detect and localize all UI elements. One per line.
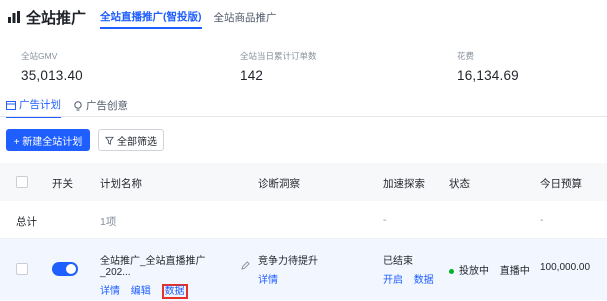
tab-label: 广告计划 (19, 99, 61, 111)
metric-label: 全站GMV (21, 51, 58, 61)
total-label: 总计 (16, 216, 37, 228)
sub-tabs: 广告计划 广告创意 (6, 97, 140, 118)
speed-data-link[interactable]: 数据 (414, 275, 434, 286)
tab-product-promotion[interactable]: 全站商品推广 (214, 7, 277, 28)
tab-live-promotion[interactable]: 全站直播推广(智投版) (100, 6, 202, 29)
divider (0, 116, 607, 117)
total-budget: - (540, 214, 544, 226)
metric-orders: 全站当日累计订单数 142 (240, 50, 317, 83)
speed-status: 已结束 (383, 256, 413, 267)
bulb-icon (74, 100, 82, 110)
header-status: 状态 (449, 178, 470, 190)
row-checkbox[interactable] (16, 263, 28, 275)
plan-actions: 详情 编辑 数据 (100, 282, 250, 299)
metric-label: 全站当日累计订单数 (240, 51, 317, 61)
metric-gmv: 全站GMV 35,013.40 (21, 50, 83, 83)
status-dot (449, 268, 454, 274)
table-header: 开关 计划名称 诊断洞察 加速探索 状态 今日预算 (0, 163, 607, 201)
metric-value: 142 (240, 68, 264, 83)
detail-link[interactable]: 详情 (100, 286, 120, 297)
new-plan-button[interactable]: + 新建全站计划 (6, 129, 90, 151)
header-speed: 加速探索 (383, 178, 425, 190)
metric-label: 花费 (457, 51, 475, 61)
total-speed: - (383, 214, 387, 226)
plans-table: 开关 计划名称 诊断洞察 加速探索 状态 今日预算 总计 1项 - - 全站推广… (0, 163, 607, 300)
edit-link[interactable]: 编辑 (131, 286, 151, 297)
tab-label: 广告创意 (86, 100, 128, 112)
status-cell: 投放中 直播中 (449, 262, 530, 277)
status-primary: 投放中 (459, 266, 489, 277)
data-link[interactable]: 数据 (161, 284, 188, 299)
tab-ad-plans[interactable]: 广告计划 (6, 97, 61, 118)
tab-ad-creatives[interactable]: 广告创意 (73, 98, 128, 117)
filter-icon (105, 136, 114, 145)
budget-value: 100,000.00 (540, 262, 591, 273)
plan-name: 全站推广_全站直播推广_202... (100, 256, 206, 278)
header-budget: 今日预算 (540, 178, 582, 190)
insight-detail-link[interactable]: 详情 (258, 271, 318, 286)
filter-label: 全部筛选 (117, 136, 157, 148)
metric-value: 35,013.40 (21, 68, 83, 83)
header-plan-name: 计划名称 (100, 178, 142, 190)
page-header: 全站推广 全站直播推广(智投版) 全站商品推广 (6, 6, 289, 29)
header-switch: 开关 (52, 178, 73, 190)
plan-toggle[interactable] (52, 262, 78, 276)
start-link[interactable]: 开启 (383, 275, 403, 286)
total-row: 总计 1项 - - (0, 201, 607, 239)
calendar-icon (6, 100, 16, 110)
status-secondary: 直播中 (499, 266, 530, 277)
table-row: 全站推广_全站直播推广_202... 详情 编辑 数据 竞争力待提升 详情 已结… (0, 239, 607, 300)
metric-value: 16,134.69 (457, 68, 519, 83)
insight-text: 竞争力待提升 (258, 256, 318, 267)
bar-chart-icon (8, 11, 20, 23)
select-all-checkbox[interactable] (16, 176, 28, 188)
speed-actions: 开启 数据 (383, 271, 442, 286)
metric-cost: 花费 16,134.69 (457, 50, 519, 83)
edit-icon[interactable] (241, 260, 250, 270)
speed-cell: 已结束 开启 数据 (383, 252, 442, 286)
header-insight: 诊断洞察 (258, 178, 300, 190)
filter-button[interactable]: 全部筛选 (98, 129, 164, 151)
total-count: 1项 (100, 216, 117, 228)
page-title: 全站推广 (26, 9, 87, 27)
plan-name-cell: 全站推广_全站直播推广_202... 详情 编辑 数据 (100, 252, 250, 299)
insight-cell: 竞争力待提升 详情 (258, 252, 318, 286)
